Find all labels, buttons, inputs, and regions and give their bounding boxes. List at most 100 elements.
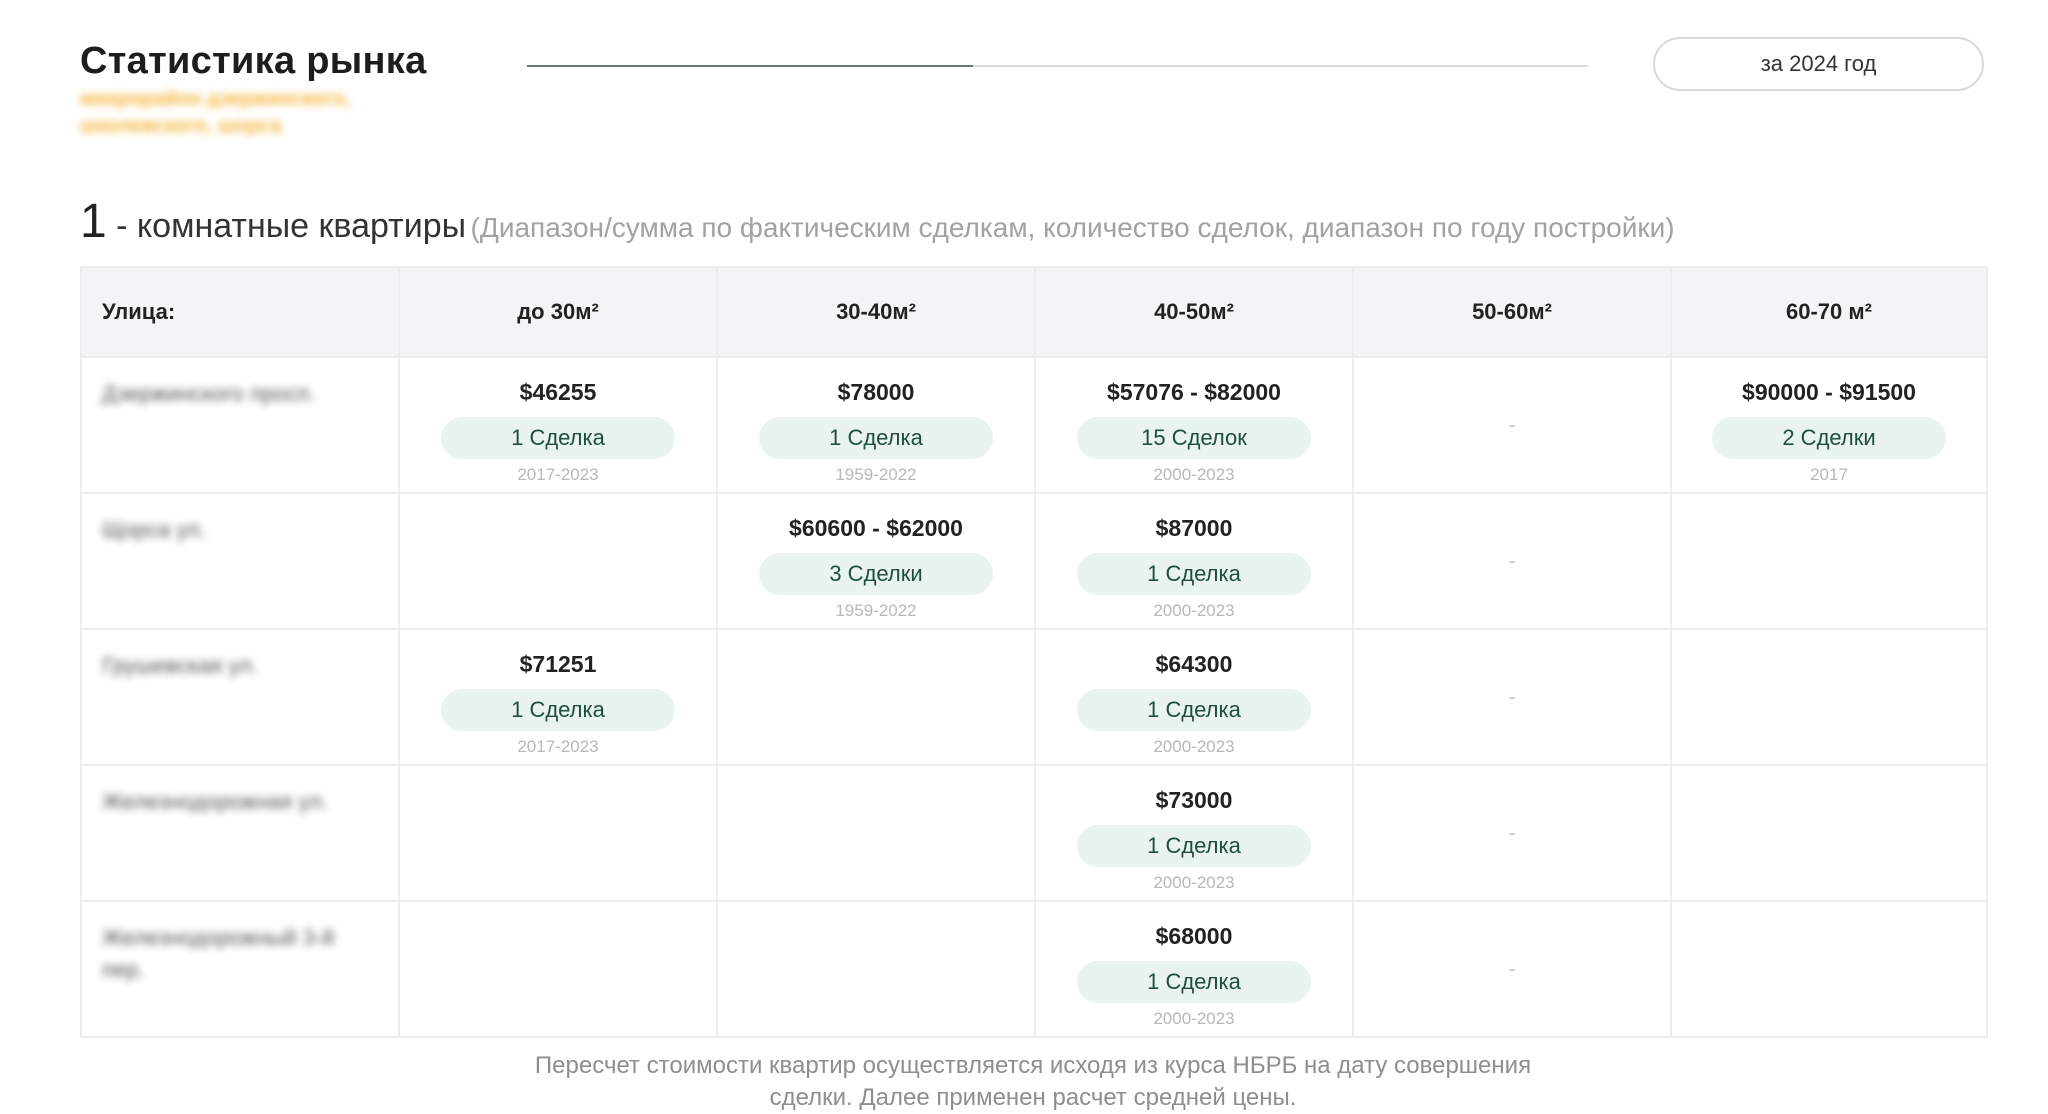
column-header-area: 40-50м² bbox=[1034, 266, 1354, 358]
stats-cell: - bbox=[1352, 628, 1672, 766]
deal-summary: $87000 1 Сделка 2000-2023 bbox=[1036, 494, 1352, 621]
stats-cell bbox=[1670, 492, 1988, 630]
stats-cell bbox=[398, 492, 718, 630]
deal-count-badge: 1 Сделка bbox=[441, 689, 675, 731]
stats-cell: - bbox=[1352, 764, 1672, 902]
deal-summary: $78000 1 Сделка 1959-2022 bbox=[718, 358, 1034, 485]
table-header-row: Улица: до 30м² 30-40м² 40-50м² 50-60м² 6… bbox=[80, 266, 1988, 358]
street-name: Железнодорожный 3-й пер. bbox=[80, 900, 400, 1038]
year-filter-button[interactable]: за 2024 год bbox=[1653, 37, 1984, 91]
deal-summary: $57076 - $82000 15 Сделок 2000-2023 bbox=[1036, 358, 1352, 485]
deal-count-badge: 15 Сделок bbox=[1077, 417, 1311, 459]
market-stats-table: Улица: до 30м² 30-40м² 40-50м² 50-60м² 6… bbox=[80, 266, 1988, 1038]
stats-cell: - bbox=[1352, 900, 1672, 1038]
build-year-range: 2017 bbox=[1810, 465, 1848, 484]
build-year-range: 1959-2022 bbox=[835, 601, 917, 620]
deal-count-badge: 1 Сделка bbox=[1077, 553, 1311, 595]
empty-mark: - bbox=[1508, 820, 1516, 845]
deal-count-badge: 1 Сделка bbox=[1077, 689, 1311, 731]
price-range: $90000 - $91500 bbox=[1742, 379, 1916, 405]
stats-cell bbox=[716, 900, 1036, 1038]
price-range: $60600 - $62000 bbox=[789, 515, 963, 541]
street-name: Щорса ул. bbox=[80, 492, 400, 630]
build-year-range: 2000-2023 bbox=[1153, 1009, 1235, 1028]
stats-cell: $71251 1 Сделка 2017-2023 bbox=[398, 628, 718, 766]
price-range: $68000 bbox=[1155, 923, 1233, 949]
empty-mark: - bbox=[1508, 684, 1516, 709]
stats-cell: $73000 1 Сделка 2000-2023 bbox=[1034, 764, 1354, 902]
price-range: $71251 bbox=[519, 651, 597, 677]
stats-cell: $46255 1 Сделка 2017-2023 bbox=[398, 356, 718, 494]
footnote-line: Пересчет стоимости квартир осуществляетс… bbox=[534, 1052, 1532, 1079]
empty-mark: - bbox=[1508, 956, 1516, 981]
section-label: - комнатные квартиры bbox=[106, 207, 467, 245]
street-name: Дзержинского просп. bbox=[80, 356, 400, 494]
price-range: $73000 bbox=[1155, 787, 1233, 813]
deal-summary: $71251 1 Сделка 2017-2023 bbox=[400, 630, 716, 757]
deal-count-badge: 1 Сделка bbox=[1077, 961, 1311, 1003]
build-year-range: 2000-2023 bbox=[1153, 465, 1235, 484]
deal-count-badge: 1 Сделка bbox=[441, 417, 675, 459]
empty-mark: - bbox=[1508, 548, 1516, 573]
street-name: Железнодорожная ул. bbox=[80, 764, 400, 902]
deal-count-badge: 2 Сделки bbox=[1712, 417, 1946, 459]
deal-count-badge: 3 Сделки bbox=[759, 553, 993, 595]
column-header-area: 60-70 м² bbox=[1670, 266, 1988, 358]
deal-summary: $46255 1 Сделка 2017-2023 bbox=[400, 358, 716, 485]
column-header-area: до 30м² bbox=[398, 266, 718, 358]
stats-cell: $64300 1 Сделка 2000-2023 bbox=[1034, 628, 1354, 766]
stats-cell: $57076 - $82000 15 Сделок 2000-2023 bbox=[1034, 356, 1354, 494]
stats-cell: $78000 1 Сделка 1959-2022 bbox=[716, 356, 1036, 494]
progress-fill bbox=[527, 65, 973, 67]
stats-cell bbox=[398, 764, 718, 902]
stats-cell: $90000 - $91500 2 Сделки 2017 bbox=[1670, 356, 1988, 494]
stats-cell: $68000 1 Сделка 2000-2023 bbox=[1034, 900, 1354, 1038]
column-header-area: 50-60м² bbox=[1352, 266, 1672, 358]
stats-cell bbox=[1670, 628, 1988, 766]
deal-summary: $68000 1 Сделка 2000-2023 bbox=[1036, 902, 1352, 1029]
table-row: Дзержинского просп. $46255 1 Сделка 2017-20… bbox=[80, 356, 1988, 494]
progress-track bbox=[527, 65, 1588, 67]
price-range: $78000 bbox=[837, 379, 915, 405]
section-heading: 1 - комнатные квартиры (Диапазон/сумма п… bbox=[80, 194, 1980, 249]
deal-summary: $64300 1 Сделка 2000-2023 bbox=[1036, 630, 1352, 757]
build-year-range: 2000-2023 bbox=[1153, 873, 1235, 892]
section-note: (Диапазон/сумма по фактическим сделкам, … bbox=[470, 212, 1675, 243]
street-name: Грушевская ул. bbox=[80, 628, 400, 766]
build-year-range: 2000-2023 bbox=[1153, 601, 1235, 620]
table-row: Железнодорожный 3-й пер. $68000 1 Сделка 20… bbox=[80, 900, 1988, 1038]
stats-cell bbox=[1670, 900, 1988, 1038]
table-row: Железнодорожная ул. $73000 1 Сделка 2000-20… bbox=[80, 764, 1988, 902]
deal-count-badge: 1 Сделка bbox=[1077, 825, 1311, 867]
stats-cell: - bbox=[1352, 492, 1672, 630]
deal-count-badge: 1 Сделка bbox=[759, 417, 993, 459]
deal-summary: $90000 - $91500 2 Сделки 2017 bbox=[1672, 358, 1986, 485]
price-range: $57076 - $82000 bbox=[1107, 379, 1281, 405]
price-range: $46255 bbox=[519, 379, 597, 405]
stats-cell bbox=[1670, 764, 1988, 902]
page-title: Статистика рынка bbox=[80, 40, 427, 82]
stats-cell: - bbox=[1352, 356, 1672, 494]
build-year-range: 2017-2023 bbox=[517, 737, 599, 756]
column-header-area: 30-40м² bbox=[716, 266, 1036, 358]
page-header: Статистика рынка микрорайон дзержинского… bbox=[80, 36, 1986, 146]
stats-cell bbox=[716, 628, 1036, 766]
table-row: Щорса ул. $60600 - $62000 3 Сделки 1959-202… bbox=[80, 492, 1988, 630]
stats-cell: $60600 - $62000 3 Сделки 1959-2022 bbox=[716, 492, 1036, 630]
empty-mark: - bbox=[1508, 412, 1516, 437]
build-year-range: 2000-2023 bbox=[1153, 737, 1235, 756]
room-count: 1 bbox=[80, 195, 107, 248]
footnote: Пересчет стоимости квартир осуществляетс… bbox=[80, 1050, 1986, 1114]
page-subtitle: микрорайон дзержинского, школевского, шо… bbox=[80, 88, 351, 137]
footnote-line: сделки. Далее применен расчет средней це… bbox=[769, 1084, 1297, 1111]
deal-summary: $73000 1 Сделка 2000-2023 bbox=[1036, 766, 1352, 893]
build-year-range: 1959-2022 bbox=[835, 465, 917, 484]
price-range: $64300 bbox=[1155, 651, 1233, 677]
build-year-range: 2017-2023 bbox=[517, 465, 599, 484]
column-header-street: Улица: bbox=[80, 266, 400, 358]
price-range: $87000 bbox=[1155, 515, 1233, 541]
deal-summary: $60600 - $62000 3 Сделки 1959-2022 bbox=[718, 494, 1034, 621]
stats-cell: $87000 1 Сделка 2000-2023 bbox=[1034, 492, 1354, 630]
table-row: Грушевская ул. $71251 1 Сделка 2017-2023 $64… bbox=[80, 628, 1988, 766]
stats-cell bbox=[716, 764, 1036, 902]
